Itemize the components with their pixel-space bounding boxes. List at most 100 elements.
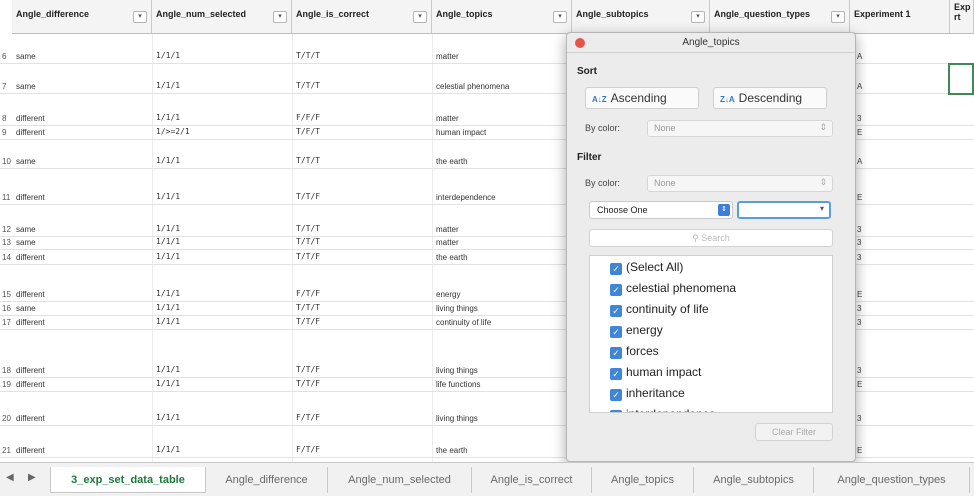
filter-list-item[interactable]: ✓ celestial phenomena [610, 281, 736, 301]
cell-angle-difference[interactable]: same [16, 157, 36, 166]
cell-angle-topics[interactable]: the earth [436, 446, 468, 455]
checkbox-checked-icon[interactable]: ✓ [610, 347, 622, 359]
cell-angle-topics[interactable]: matter [436, 114, 459, 123]
checkbox-checked-icon[interactable]: ✓ [610, 305, 622, 317]
column-header-exp_cut[interactable]: Exp rt [950, 0, 974, 34]
filter-list-item[interactable]: ✓ energy [610, 323, 663, 343]
cell-experiment-partial[interactable]: 3 [857, 414, 861, 423]
cell-experiment-partial[interactable]: E [857, 193, 862, 202]
cell-angle-is-correct[interactable]: T/T/T [296, 237, 320, 246]
sort-descending-button[interactable]: Z↓A Descending [713, 87, 827, 109]
column-header-angle_num_selected[interactable]: Angle_num_selected ▾ [152, 0, 292, 34]
cell-experiment-partial[interactable]: 3 [857, 253, 861, 262]
prev-sheet-icon[interactable]: ◀ [6, 472, 14, 483]
cell-angle-is-correct[interactable]: T/T/F [296, 379, 320, 388]
cell-angle-is-correct[interactable]: F/F/F [296, 113, 320, 122]
cell-angle-num-selected[interactable]: 1/1/1 [156, 156, 180, 165]
cell-experiment-partial[interactable]: 3 [857, 366, 861, 375]
cell-experiment-partial[interactable]: 3 [857, 114, 861, 123]
cell-angle-difference[interactable]: different [16, 290, 45, 299]
filter-arrow-icon[interactable]: ▾ [553, 11, 567, 23]
checkbox-checked-icon[interactable]: ✓ [610, 326, 622, 338]
column-header-angle_is_correct[interactable]: Angle_is_correct ▾ [292, 0, 432, 34]
cell-angle-difference[interactable]: same [16, 238, 36, 247]
cell-angle-num-selected[interactable]: 1/1/1 [156, 192, 180, 201]
cell-angle-difference[interactable]: different [16, 318, 45, 327]
cell-angle-is-correct[interactable]: T/T/F [296, 365, 320, 374]
cell-angle-is-correct[interactable]: F/T/F [296, 445, 320, 454]
cell-angle-difference[interactable]: different [16, 366, 45, 375]
cell-experiment-partial[interactable]: A [857, 52, 862, 61]
checkbox-checked-icon[interactable]: ✓ [610, 389, 622, 401]
cell-angle-difference[interactable]: different [16, 380, 45, 389]
cell-angle-is-correct[interactable]: T/T/F [296, 252, 320, 261]
column-header-experiment_1[interactable]: Experiment 1 [850, 0, 950, 34]
column-header-angle_subtopics[interactable]: Angle_subtopics ▾ [572, 0, 710, 34]
cell-angle-is-correct[interactable]: F/T/F [296, 289, 320, 298]
cell-angle-difference[interactable]: same [16, 52, 36, 61]
cell-experiment-partial[interactable]: 3 [857, 225, 861, 234]
sheet-tab[interactable]: Angle_difference [206, 467, 328, 493]
cell-angle-is-correct[interactable]: T/T/T [296, 224, 320, 233]
cell-angle-topics[interactable]: matter [436, 238, 459, 247]
filter-search-input[interactable]: ⚲ Search [589, 229, 833, 247]
cell-angle-topics[interactable]: living things [436, 304, 478, 313]
cell-angle-num-selected[interactable]: 1/1/1 [156, 289, 180, 298]
column-header-angle_question_types[interactable]: Angle_question_types ▾ [710, 0, 850, 34]
sheet-tab[interactable]: Angle_subtopics [694, 467, 814, 493]
condition-select[interactable]: Choose One ⇕ [589, 201, 733, 219]
filter-list-item[interactable]: ✓ (Select All) [610, 260, 683, 280]
filter-list-item[interactable]: ✓ forces [610, 344, 659, 364]
cell-angle-topics[interactable]: human impact [436, 128, 486, 137]
filter-list-item[interactable]: ✓ continuity of life [610, 302, 709, 322]
cell-angle-difference[interactable]: same [16, 82, 36, 91]
cell-angle-is-correct[interactable]: T/T/F [296, 192, 320, 201]
cell-angle-is-correct[interactable]: T/T/T [296, 156, 320, 165]
cell-angle-topics[interactable]: continuity of life [436, 318, 491, 327]
cell-angle-topics[interactable]: interdependence [436, 193, 496, 202]
cell-angle-num-selected[interactable]: 1/1/1 [156, 303, 180, 312]
filter-arrow-icon[interactable]: ▾ [273, 11, 287, 23]
cell-angle-num-selected[interactable]: 1/1/1 [156, 252, 180, 261]
filter-arrow-icon[interactable]: ▾ [133, 11, 147, 23]
condition-value-combo[interactable]: ▾ [737, 201, 831, 219]
cell-angle-topics[interactable]: living things [436, 366, 478, 375]
cell-angle-topics[interactable]: the earth [436, 157, 468, 166]
cell-angle-num-selected[interactable]: 1/1/1 [156, 413, 180, 422]
cell-angle-num-selected[interactable]: 1/1/1 [156, 317, 180, 326]
next-sheet-icon[interactable]: ▶ [28, 472, 36, 483]
cell-angle-topics[interactable]: living things [436, 414, 478, 423]
cell-angle-is-correct[interactable]: T/T/T [296, 51, 320, 60]
filter-arrow-icon[interactable]: ▾ [831, 11, 845, 23]
sheet-tab[interactable]: 3_exp_set_data_table [50, 467, 206, 493]
filter-arrow-icon[interactable]: ▾ [691, 11, 705, 23]
cell-experiment-partial[interactable]: 3 [857, 318, 861, 327]
cell-experiment-partial[interactable]: A [857, 157, 862, 166]
cell-angle-topics[interactable]: the earth [436, 253, 468, 262]
cell-angle-is-correct[interactable]: T/F/T [296, 127, 320, 136]
sort-by-color-select[interactable]: None ⇕ [647, 120, 833, 137]
filter-arrow-icon[interactable]: ▾ [413, 11, 427, 23]
cell-experiment-partial[interactable]: 3 [857, 238, 861, 247]
cell-angle-topics[interactable]: life functions [436, 380, 480, 389]
cell-angle-difference[interactable]: different [16, 128, 45, 137]
checkbox-checked-icon[interactable]: ✓ [610, 263, 622, 275]
sheet-tab[interactable]: Angle_question_types [814, 467, 970, 493]
checkbox-checked-icon[interactable]: ✓ [610, 410, 622, 412]
sheet-tab[interactable]: Angle_topics [592, 467, 694, 493]
cell-angle-topics[interactable]: energy [436, 290, 460, 299]
cell-angle-num-selected[interactable]: 1/1/1 [156, 379, 180, 388]
cell-angle-topics[interactable]: celestial phenomena [436, 82, 509, 91]
cell-angle-num-selected[interactable]: 1/1/1 [156, 445, 180, 454]
cell-angle-difference[interactable]: different [16, 414, 45, 423]
cell-angle-difference[interactable]: different [16, 193, 45, 202]
cell-angle-num-selected[interactable]: 1/1/1 [156, 51, 180, 60]
close-icon[interactable] [575, 38, 585, 48]
filter-values-list[interactable]: ✓ (Select All) ✓ celestial phenomena ✓ contin… [589, 255, 833, 413]
cell-angle-num-selected[interactable]: 1/>=2/1 [156, 127, 190, 136]
cell-angle-num-selected[interactable]: 1/1/1 [156, 237, 180, 246]
cell-angle-topics[interactable]: matter [436, 52, 459, 61]
cell-angle-is-correct[interactable]: T/T/T [296, 303, 320, 312]
sheet-tab[interactable]: Angle_is_correct [472, 467, 592, 493]
chevron-down-icon[interactable]: ▾ [820, 204, 824, 213]
